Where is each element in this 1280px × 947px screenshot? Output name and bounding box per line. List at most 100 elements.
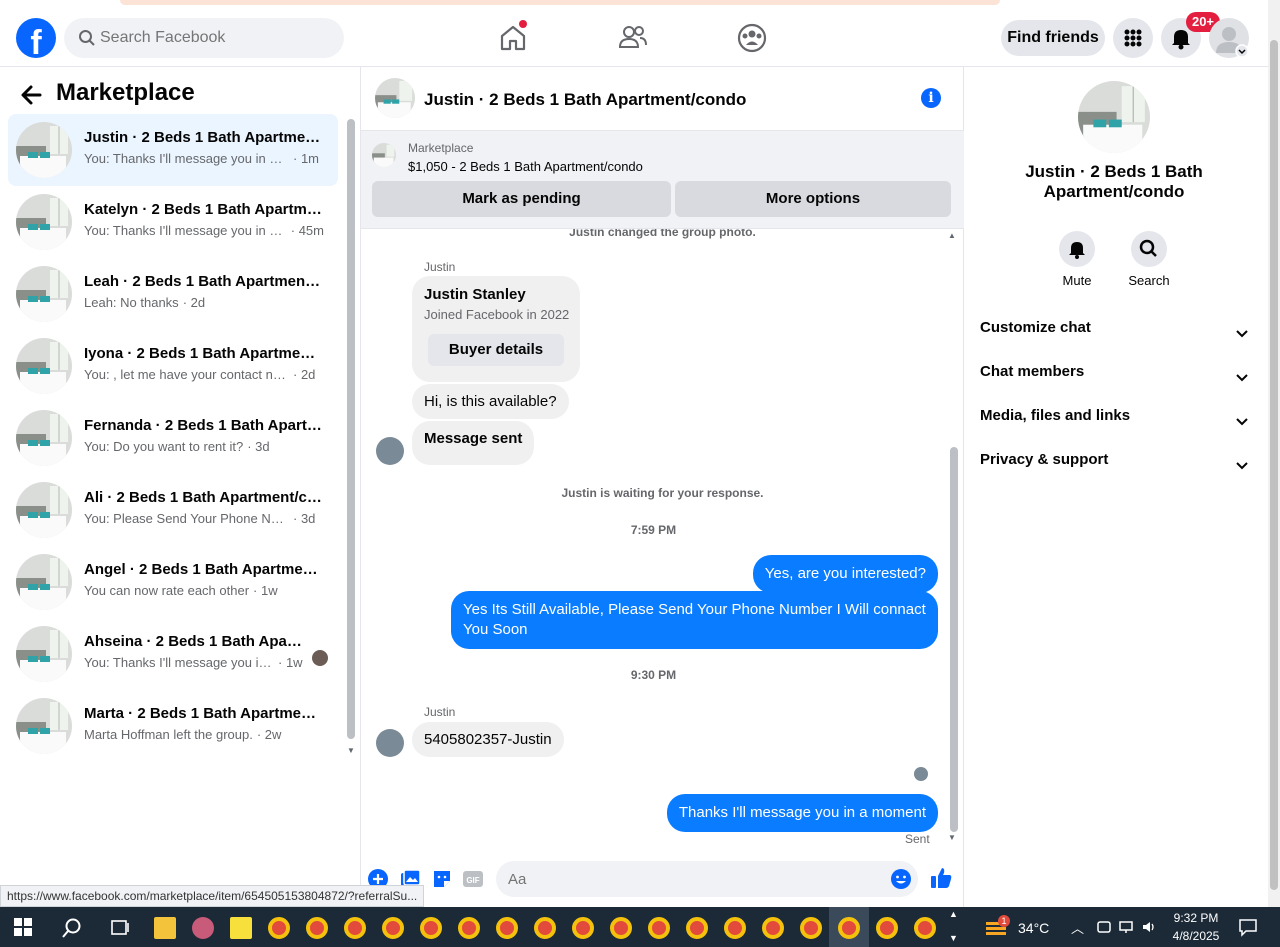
temperature[interactable]: 34°C bbox=[1018, 920, 1049, 936]
conversation-name: Ali · 2 Beds 1 Bath Apartment/condo bbox=[84, 489, 324, 506]
search-input[interactable] bbox=[100, 18, 330, 58]
sticker-icon[interactable] bbox=[431, 868, 453, 890]
chrome-icon[interactable] bbox=[458, 917, 480, 939]
chrome-icon[interactable] bbox=[268, 917, 290, 939]
chat-title[interactable]: Justin · 2 Beds 1 Bath Apartment/condo bbox=[424, 90, 746, 110]
conversation-time: · 1w bbox=[253, 583, 278, 598]
scroll-down-arrow-icon[interactable]: ▼ bbox=[948, 833, 956, 842]
conversation-time: · 3d bbox=[293, 511, 316, 526]
page-scrollbar[interactable] bbox=[1268, 0, 1280, 907]
app-icon[interactable] bbox=[192, 917, 214, 939]
chrome-icon[interactable] bbox=[686, 917, 708, 939]
chevron-down-icon bbox=[1236, 367, 1248, 391]
chrome-icon[interactable] bbox=[876, 917, 898, 939]
taskbar-scroll-down-icon[interactable]: ▼ bbox=[949, 933, 958, 943]
conversation-preview: You: , let me have your contact number bbox=[84, 367, 289, 382]
chrome-icon[interactable] bbox=[420, 917, 442, 939]
sticky-notes-icon[interactable] bbox=[230, 917, 252, 939]
conversation-item[interactable]: Katelyn · 2 Beds 1 Bath Apartment/condo … bbox=[8, 186, 338, 258]
profile-avatar[interactable] bbox=[1209, 18, 1249, 58]
chrome-icon[interactable] bbox=[724, 917, 746, 939]
conversation-preview: You: Thanks I'll message you in a moment bbox=[84, 223, 287, 238]
chrome-icon[interactable] bbox=[610, 917, 632, 939]
search-conversation-button[interactable]: Search bbox=[1119, 231, 1179, 288]
chrome-icon[interactable] bbox=[800, 917, 822, 939]
meet-now-icon[interactable] bbox=[1096, 919, 1112, 940]
listing-thumbnail bbox=[16, 698, 72, 754]
clock-time[interactable]: 9:32 PM bbox=[1168, 911, 1224, 925]
chrome-icon[interactable] bbox=[344, 917, 366, 939]
conversation-item[interactable]: Justin · 2 Beds 1 Bath Apartment/condo Y… bbox=[8, 114, 338, 186]
chrome-icon[interactable] bbox=[914, 917, 936, 939]
chat-panel: Justin · 2 Beds 1 Bath Apartment/condo i… bbox=[361, 67, 964, 907]
system-message: Justin is waiting for your response. bbox=[561, 486, 764, 500]
task-view-icon[interactable] bbox=[109, 917, 131, 944]
gif-icon[interactable]: GIF bbox=[462, 868, 484, 890]
mute-button[interactable]: Mute bbox=[1047, 231, 1107, 288]
search-facebook-box[interactable] bbox=[64, 18, 344, 58]
chrome-icon[interactable] bbox=[572, 917, 594, 939]
message-input-box[interactable] bbox=[496, 861, 918, 897]
scroll-up-arrow-icon[interactable]: ▲ bbox=[948, 231, 956, 240]
menu-grid-icon[interactable] bbox=[1113, 18, 1153, 58]
conversation-item[interactable]: Leah · 2 Beds 1 Bath Apartment/condo Lea… bbox=[8, 258, 338, 330]
chevron-down-icon bbox=[1236, 455, 1248, 479]
conversation-name: Leah · 2 Beds 1 Bath Apartment/condo bbox=[84, 273, 324, 290]
chat-avatar[interactable] bbox=[375, 78, 415, 118]
sender-name: Justin bbox=[424, 705, 456, 719]
chrome-icon[interactable] bbox=[838, 917, 860, 939]
conversation-item[interactable]: Iyona · 2 Beds 1 Bath Apartment/condo Yo… bbox=[8, 330, 338, 402]
chrome-icon[interactable] bbox=[534, 917, 556, 939]
chat-members-section[interactable]: Chat members bbox=[980, 360, 1256, 384]
message-input[interactable] bbox=[508, 861, 878, 897]
friends-icon[interactable] bbox=[613, 18, 653, 58]
network-icon[interactable] bbox=[1118, 919, 1134, 940]
chrome-icon[interactable] bbox=[306, 917, 328, 939]
customize-chat-section[interactable]: Customize chat bbox=[980, 316, 1256, 340]
listing-thumbnail bbox=[16, 410, 72, 466]
media-files-links-section[interactable]: Media, files and links bbox=[980, 404, 1256, 428]
facebook-logo-icon[interactable]: f bbox=[16, 18, 56, 62]
system-message: Justin changed the group photo. bbox=[569, 229, 756, 239]
listing-price-title[interactable]: $1,050 - 2 Beds 1 Bath Apartment/condo bbox=[408, 159, 643, 174]
home-icon[interactable] bbox=[493, 18, 533, 58]
message-thread-scrollbar[interactable] bbox=[950, 447, 958, 832]
more-options-button[interactable]: More options bbox=[675, 181, 951, 217]
taskbar-scroll-up-icon[interactable]: ▲ bbox=[949, 909, 958, 919]
scroll-down-arrow-icon[interactable]: ▼ bbox=[347, 746, 355, 755]
chrome-icon[interactable] bbox=[648, 917, 670, 939]
conversation-item[interactable]: Marta · 2 Beds 1 Bath Apartment/condo Ma… bbox=[8, 690, 338, 762]
chat-header: Justin · 2 Beds 1 Bath Apartment/condo i bbox=[361, 67, 964, 131]
clock-date[interactable]: 4/8/2025 bbox=[1168, 929, 1224, 943]
conversation-item[interactable]: Fernanda · 2 Beds 1 Bath Apartment/condo… bbox=[8, 402, 338, 474]
mark-as-pending-button[interactable]: Mark as pending bbox=[372, 181, 671, 217]
show-hidden-icons-icon[interactable]: ︿ bbox=[1071, 918, 1084, 937]
taskbar-search-icon[interactable] bbox=[61, 917, 83, 944]
chrome-icon[interactable] bbox=[496, 917, 518, 939]
back-arrow-icon[interactable] bbox=[18, 81, 46, 114]
browser-info-strip bbox=[120, 0, 1000, 5]
like-thumb-icon[interactable] bbox=[929, 866, 952, 888]
conversation-item[interactable]: Ahseina · 2 Beds 1 Bath Apartment/condo … bbox=[8, 618, 338, 690]
find-friends-button[interactable]: Find friends bbox=[1001, 20, 1105, 56]
notification-center-icon[interactable] bbox=[1238, 917, 1258, 942]
chrome-icon[interactable] bbox=[762, 917, 784, 939]
conversation-time: · 2w bbox=[256, 727, 282, 742]
groups-icon[interactable] bbox=[732, 18, 772, 58]
chrome-icon[interactable] bbox=[382, 917, 404, 939]
windows-start-icon[interactable] bbox=[14, 918, 32, 941]
listing-thumbnail bbox=[16, 194, 72, 250]
conversation-item[interactable]: Angel · 2 Beds 1 Bath Apartment/condo Yo… bbox=[8, 546, 338, 618]
conversation-list-scrollbar[interactable] bbox=[347, 119, 355, 739]
mute-bell-icon bbox=[1059, 231, 1095, 267]
volume-icon[interactable] bbox=[1141, 919, 1157, 940]
marketplace-listing-bar: Marketplace $1,050 - 2 Beds 1 Bath Apart… bbox=[361, 131, 964, 229]
page-scrollbar-thumb[interactable] bbox=[1270, 40, 1278, 890]
emoji-icon[interactable] bbox=[890, 868, 912, 895]
privacy-support-section[interactable]: Privacy & support bbox=[980, 448, 1256, 472]
buyer-details-button[interactable]: Buyer details bbox=[428, 334, 564, 366]
info-icon[interactable]: i bbox=[921, 88, 941, 108]
conversation-item[interactable]: Ali · 2 Beds 1 Bath Apartment/condo You:… bbox=[8, 474, 338, 546]
chat-profile-photo[interactable] bbox=[1078, 81, 1150, 153]
file-explorer-icon[interactable] bbox=[154, 917, 176, 939]
